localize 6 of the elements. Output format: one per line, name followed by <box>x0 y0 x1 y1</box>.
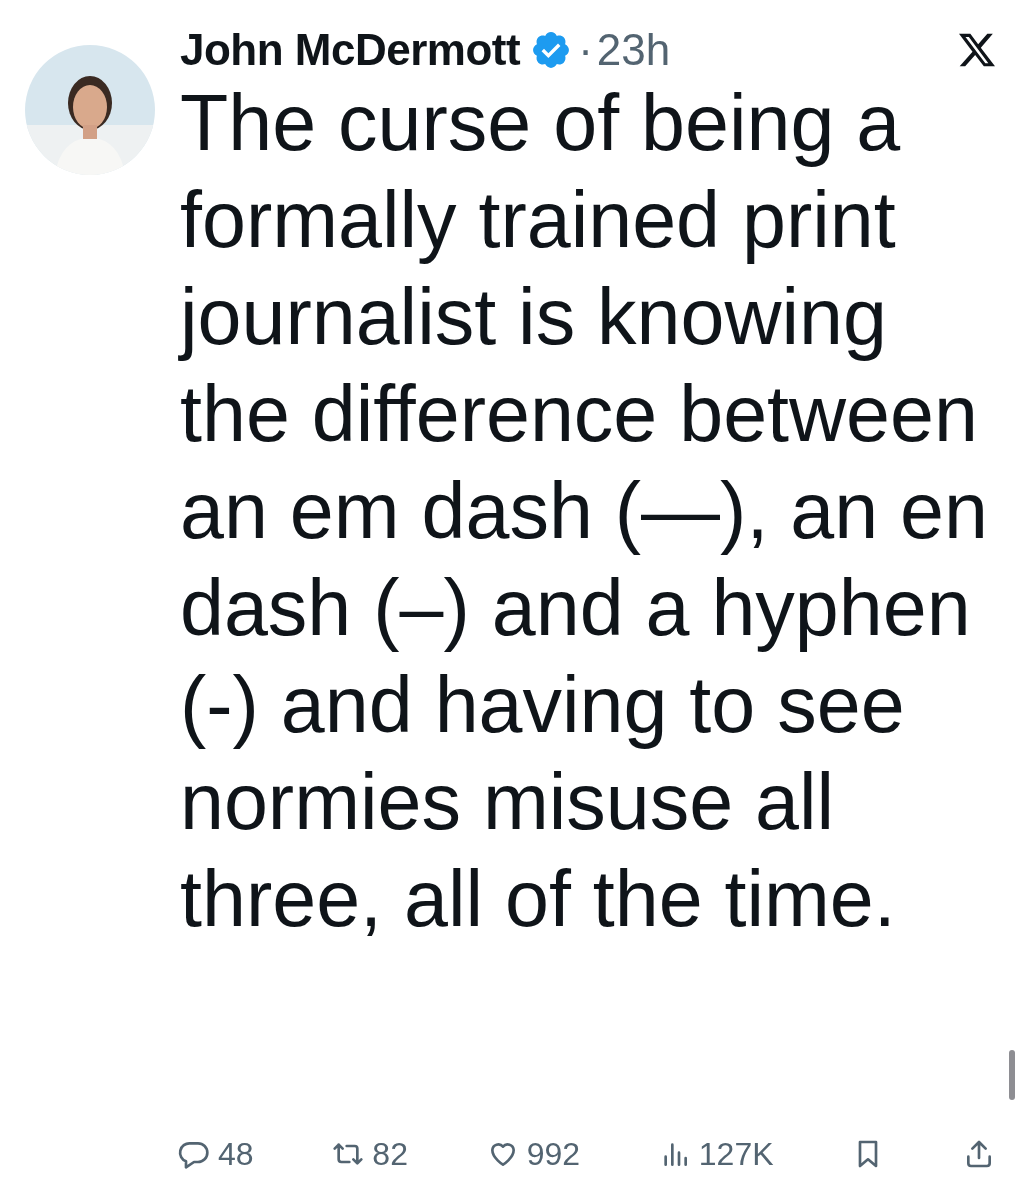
like-button[interactable]: 992 <box>486 1130 581 1178</box>
reply-button[interactable]: 48 <box>178 1130 254 1178</box>
views-button[interactable]: 127K <box>658 1130 774 1178</box>
repost-button[interactable]: 82 <box>332 1130 408 1178</box>
separator-dot: · <box>578 24 593 76</box>
scrollbar[interactable] <box>1009 1050 1015 1100</box>
